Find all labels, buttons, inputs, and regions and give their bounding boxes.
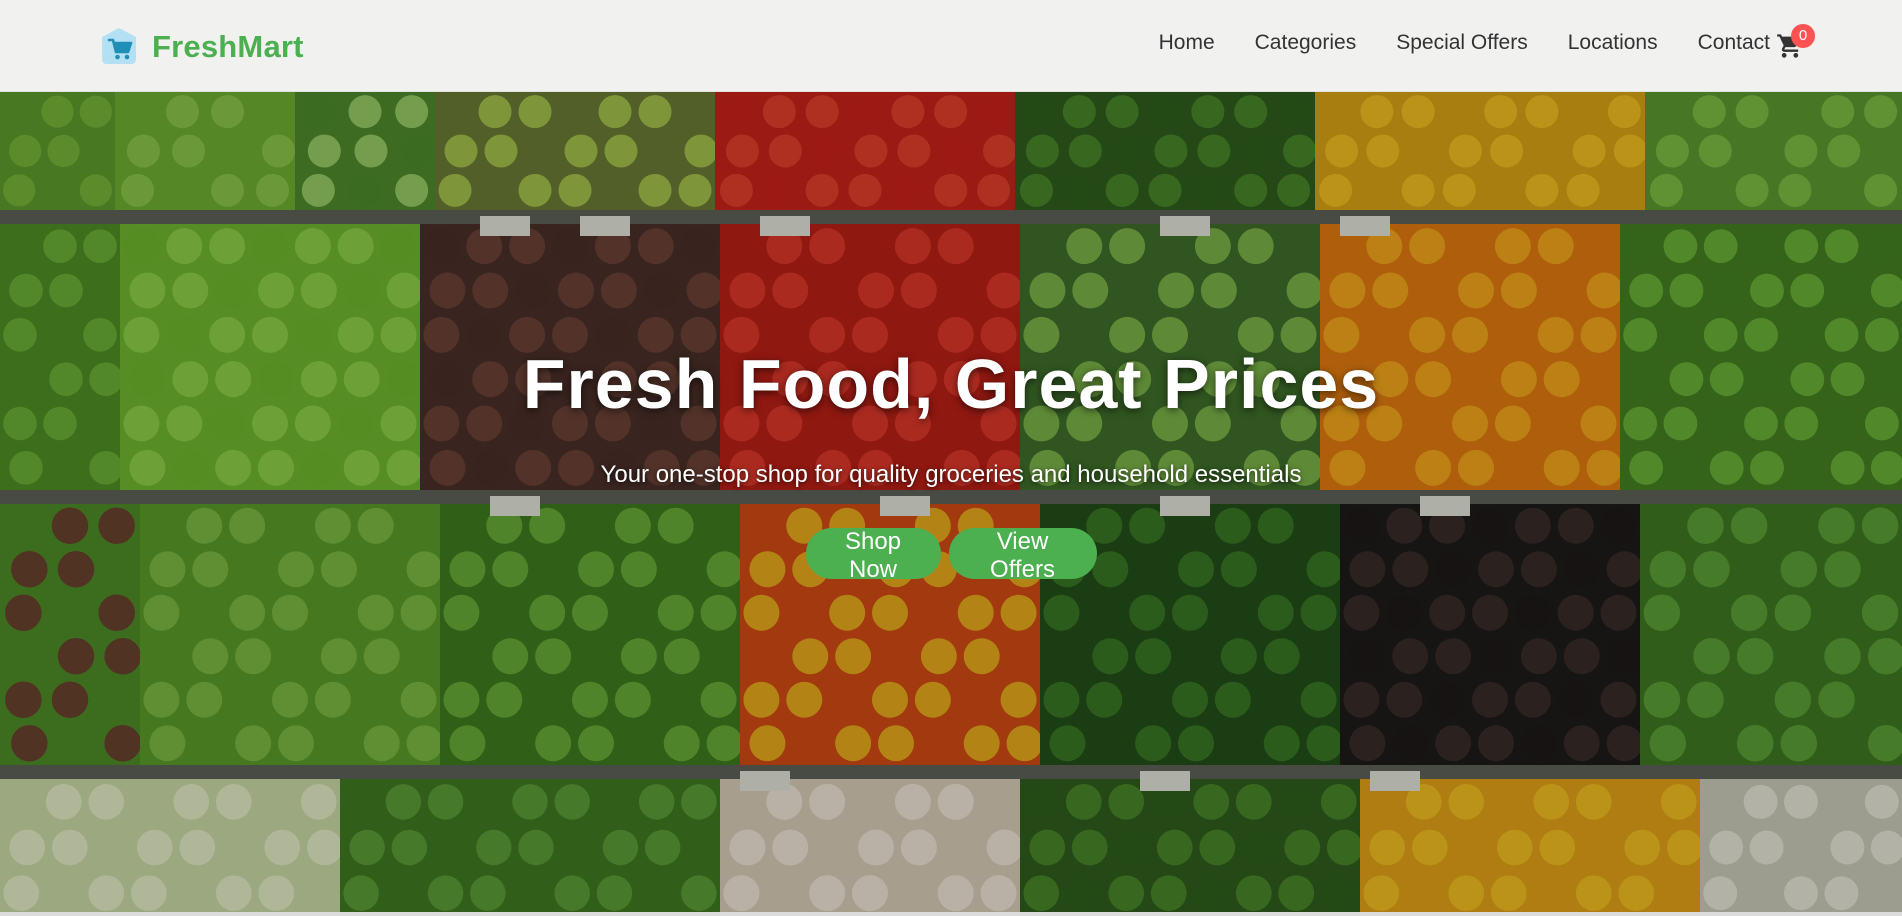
shopping-cart-icon — [102, 28, 136, 64]
top-navbar: FreshMart Home Categories Special Offers… — [0, 0, 1902, 92]
brand-name: FreshMart — [152, 29, 304, 64]
nav-home[interactable]: Home — [1159, 31, 1215, 55]
nav-contact[interactable]: Contact — [1698, 31, 1770, 55]
page: FreshMart Home Categories Special Offers… — [0, 0, 1902, 916]
hero-title: Fresh Food, Great Prices — [522, 345, 1380, 423]
hero-subtitle: Your one-stop shop for quality groceries… — [600, 461, 1302, 488]
nav-locations[interactable]: Locations — [1568, 31, 1658, 55]
hero-section: Fresh Food, Great Prices Your one-stop s… — [0, 92, 1902, 916]
hero-overlay — [0, 92, 1902, 916]
hero-buttons: Shop Now View Offers — [0, 528, 1902, 583]
nav-categories[interactable]: Categories — [1255, 31, 1357, 55]
cart-button[interactable]: 0 — [1776, 24, 1816, 68]
brand[interactable]: FreshMart — [98, 26, 304, 68]
view-offers-button[interactable]: View Offers — [948, 528, 1097, 583]
cart-count-badge: 0 — [1791, 24, 1815, 48]
main-nav: Home Categories Special Offers Locations… — [1159, 31, 1770, 55]
nav-special-offers[interactable]: Special Offers — [1396, 31, 1528, 55]
shop-now-button[interactable]: Shop Now — [805, 528, 941, 583]
page-bottom-border — [0, 912, 1902, 916]
